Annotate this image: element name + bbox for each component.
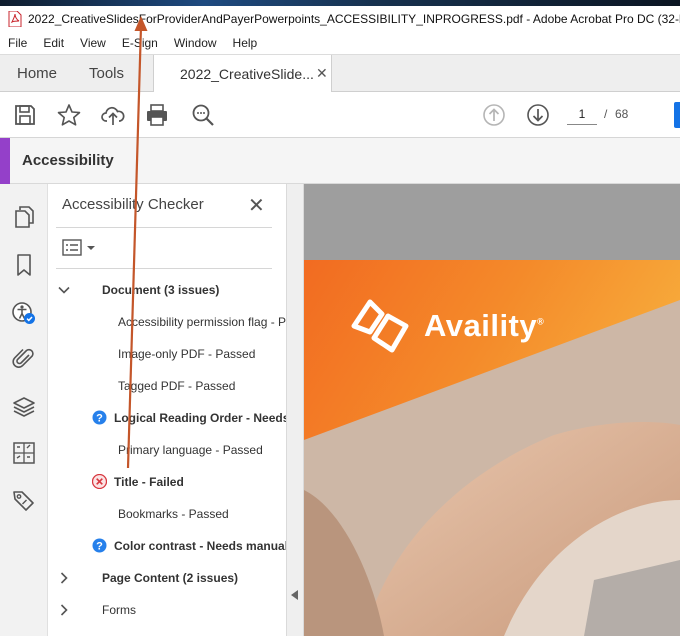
panel-divider [56,227,272,228]
checker-tree-row[interactable]: Title - Failed [48,468,286,496]
page-separator: / [604,107,608,121]
close-panel-icon[interactable]: ✕ [248,193,265,218]
window-titlebar: 2022_CreativeSlidesForProviderAndPayerPo… [0,6,680,32]
checker-tree-row[interactable]: Alternate Text (2 issues) [48,628,286,636]
menu-help[interactable]: Help [225,36,266,50]
tab-home[interactable]: Home [17,65,57,82]
checker-tree-row[interactable]: Bookmarks - Passed [48,500,286,528]
star-icon[interactable] [56,102,82,128]
arrow-up-icon[interactable] [481,102,507,128]
panel-title: Accessibility Checker [62,196,204,213]
needs-manual-check-icon: ? [92,410,107,425]
attachment-icon[interactable] [11,346,37,372]
checker-tree-label: Image-only PDF - Passed [118,347,256,361]
menu-view[interactable]: View [72,36,114,50]
checker-tree-row[interactable]: Accessibility permission flag - Passed [48,308,286,336]
tab-document[interactable]: 2022_CreativeSlide... ✕ [153,55,332,93]
availity-logo-text: Availity® [424,308,544,344]
navigation-rail [0,184,48,636]
window-title: 2022_CreativeSlidesForProviderAndPayerPo… [28,12,680,26]
svg-text:?: ? [96,540,103,552]
svg-text:?: ? [96,412,103,424]
menu-file[interactable]: File [0,36,35,50]
close-tab-icon[interactable]: ✕ [316,65,328,82]
needs-manual-check-icon: ? [92,538,107,553]
checker-tree-row[interactable]: Tagged PDF - Passed [48,372,286,400]
page-total: 68 [615,107,629,121]
checker-tree-row[interactable]: Forms [48,596,286,624]
checker-tree-label: Accessibility permission flag - Passed [118,315,286,329]
failed-icon [92,474,107,489]
accessibility-icon[interactable] [11,300,37,326]
tags-icon[interactable] [11,488,37,514]
menu-bar: File Edit View E-Sign Window Help [0,32,680,54]
cloud-upload-icon[interactable] [100,102,126,128]
availity-logo-icon [351,299,409,353]
arrow-down-icon[interactable] [525,102,551,128]
checker-tree-label: Document (3 issues) [102,283,220,297]
checker-tree-row[interactable]: Page Content (2 issues) [48,564,286,592]
save-icon[interactable] [12,102,38,128]
chevron-down-icon[interactable] [57,283,71,297]
chevron-right-icon[interactable] [57,571,71,585]
tab-tools[interactable]: Tools [89,65,124,82]
tab-document-label: 2022_CreativeSlide... [180,66,314,82]
order-icon[interactable] [11,440,37,466]
accessibility-checker-panel: Accessibility Checker ✕ Document (3 issu… [48,184,286,636]
print-icon[interactable] [144,102,170,128]
checker-tree-label: Title - Failed [114,475,184,489]
pdf-file-icon [8,11,22,27]
checker-tree-row[interactable]: ? Logical Reading Order - Needs manual ch… [48,404,286,432]
checker-tree-label: Forms [102,603,136,617]
checker-tree-label: Page Content (2 issues) [102,571,239,585]
checker-tree-row[interactable]: Primary language - Passed [48,436,286,464]
menu-esign[interactable]: E-Sign [114,36,166,50]
document-view[interactable]: Availity® [304,184,680,636]
checker-tree-label: Primary language - Passed [118,443,263,457]
chevron-right-icon[interactable] [57,603,71,617]
registered-mark: ® [537,316,545,327]
checker-tree-row[interactable]: Document (3 issues) [48,276,286,304]
panel-splitter[interactable] [286,184,304,636]
pages-icon[interactable] [11,204,37,230]
accessibility-tool-title: Accessibility [22,152,114,169]
checker-tree-row[interactable]: Image-only PDF - Passed [48,340,286,368]
accessibility-tool-bar: Accessibility [0,138,680,184]
menu-edit[interactable]: Edit [35,36,72,50]
menu-window[interactable]: Window [166,36,225,50]
checker-tree-label: Tagged PDF - Passed [118,379,236,393]
bookmark-icon[interactable] [11,252,37,278]
logo-wordmark: Availity [424,308,538,343]
slide-page: Availity® [304,260,680,636]
options-menu-icon[interactable] [62,238,98,258]
main-toolbar: 1 / 68 [0,92,680,138]
zoom-icon[interactable] [190,102,216,128]
checker-tree-label: Color contrast - Needs manual check [114,539,286,553]
tab-bar: Home Tools 2022_CreativeSlide... ✕ [0,54,680,93]
layers-icon[interactable] [11,394,37,420]
toolbar-overflow-button[interactable] [674,102,680,128]
tool-accent-stripe [0,138,10,184]
page-number-input[interactable]: 1 [567,105,597,125]
checker-tree-row[interactable]: ? Color contrast - Needs manual check [48,532,286,560]
panel-divider [56,268,272,269]
checker-tree-label: Logical Reading Order - Needs manual che… [114,411,286,425]
checker-tree-label: Bookmarks - Passed [118,507,229,521]
collapse-panel-icon[interactable] [291,590,298,600]
